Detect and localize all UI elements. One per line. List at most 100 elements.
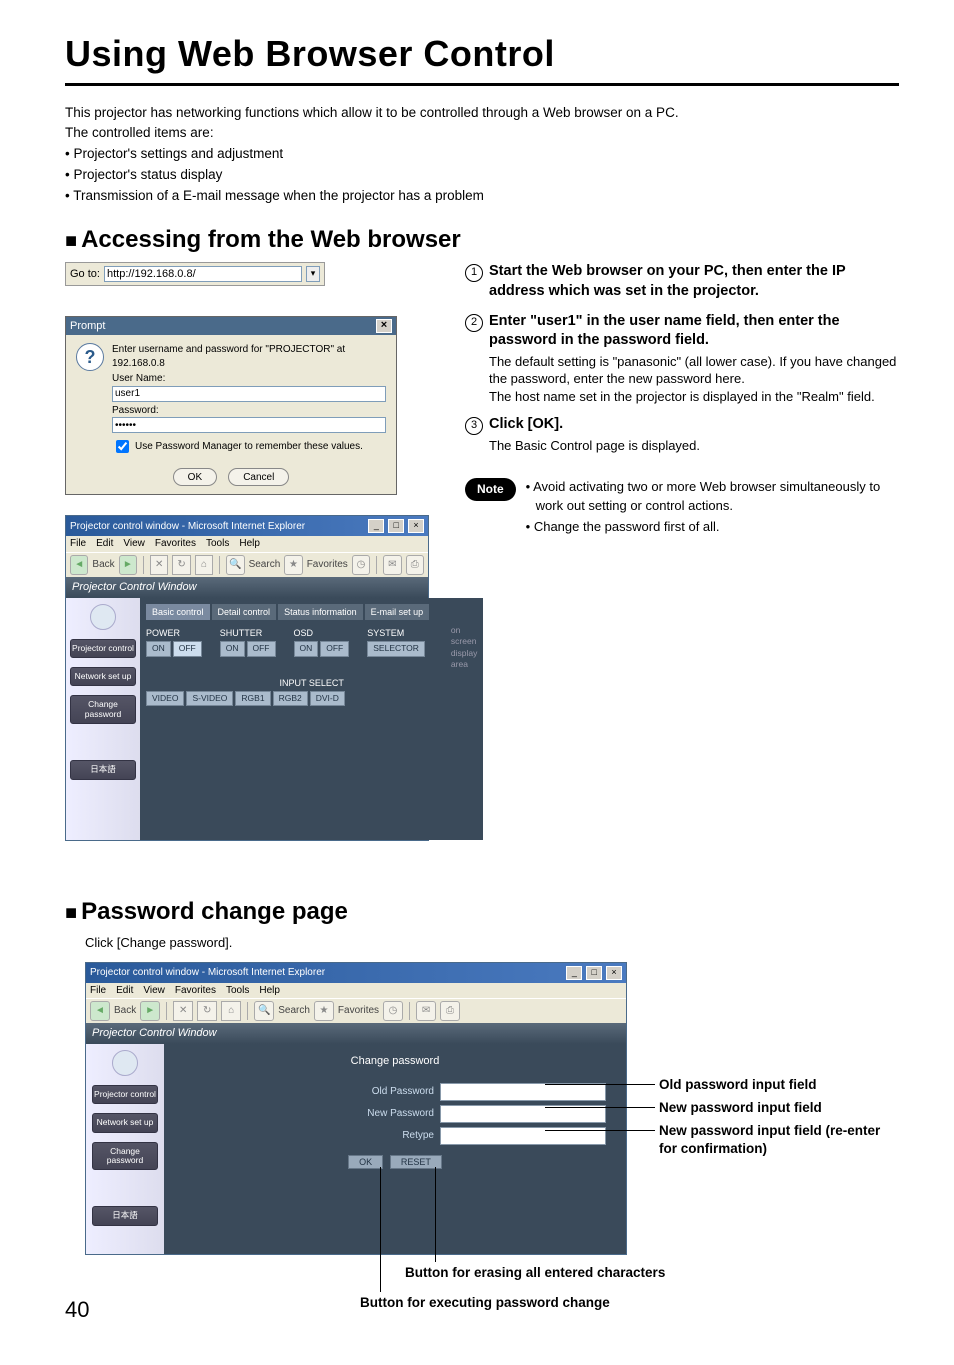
menu-help-2[interactable]: Help: [259, 984, 280, 998]
tab-status-info[interactable]: Status information: [278, 604, 363, 620]
username-label: User Name:: [112, 372, 386, 386]
refresh-icon-2[interactable]: ↻: [197, 1001, 217, 1021]
intro-bullet-1: • Projector's status display: [65, 166, 899, 185]
annot-ok: Button for executing password change: [360, 1294, 610, 1312]
step-2-title: Enter "user1" in the user name field, th…: [489, 312, 899, 351]
sidebar-projector-control-2[interactable]: Projector control: [92, 1085, 158, 1104]
history-icon[interactable]: ◷: [352, 555, 370, 575]
shutter-label: SHUTTER: [220, 627, 263, 639]
home-icon-2[interactable]: ⌂: [221, 1001, 241, 1021]
tab-basic-control[interactable]: Basic control: [146, 604, 210, 620]
menu-help[interactable]: Help: [239, 537, 260, 551]
pcc-header-2: Projector Control Window: [86, 1023, 626, 1044]
menu-edit-2[interactable]: Edit: [116, 984, 133, 998]
remember-label: Use Password Manager to remember these v…: [135, 440, 363, 454]
step-3-number: 3: [465, 417, 483, 435]
print-icon-2[interactable]: ⎙: [440, 1001, 460, 1021]
input-rgb2-button[interactable]: RGB2: [273, 691, 308, 706]
close-window-icon[interactable]: ×: [408, 519, 424, 533]
remember-checkbox[interactable]: [116, 440, 129, 453]
tab-detail-control[interactable]: Detail control: [212, 604, 277, 620]
tab-email-setup[interactable]: E-mail set up: [365, 604, 430, 620]
input-video-button[interactable]: VIDEO: [146, 691, 184, 706]
ok-button[interactable]: OK: [173, 468, 217, 486]
username-input[interactable]: [112, 386, 386, 402]
step-2-number: 2: [465, 314, 483, 332]
sidebar-japanese[interactable]: 日本語: [70, 760, 136, 779]
favorites-icon[interactable]: ★: [284, 555, 302, 575]
favorites-icon-2[interactable]: ★: [314, 1001, 334, 1021]
question-icon: ?: [76, 343, 104, 371]
home-icon[interactable]: ⌂: [195, 555, 213, 575]
intro-block: This projector has networking functions …: [65, 104, 899, 206]
close-window-icon-2[interactable]: ×: [606, 966, 622, 980]
menu-file[interactable]: File: [70, 537, 86, 551]
shutter-off-button[interactable]: OFF: [247, 641, 276, 656]
cancel-button[interactable]: Cancel: [228, 468, 289, 486]
forward-icon-2[interactable]: ►: [140, 1001, 160, 1021]
mail-icon[interactable]: ✉: [383, 555, 401, 575]
search-icon-2[interactable]: 🔍: [254, 1001, 274, 1021]
menu-favorites[interactable]: Favorites: [155, 537, 196, 551]
power-on-button[interactable]: ON: [146, 641, 171, 656]
forward-icon[interactable]: ►: [119, 555, 137, 575]
retype-label: Retype: [314, 1129, 434, 1143]
maximize-icon[interactable]: □: [388, 519, 404, 533]
goto-address-bar: Go to: ▾: [65, 262, 325, 286]
menu-tools-2[interactable]: Tools: [226, 984, 249, 998]
new-password-label: New Password: [314, 1107, 434, 1121]
ie-title-2: Projector control window - Microsoft Int…: [90, 966, 325, 980]
menu-favorites-2[interactable]: Favorites: [175, 984, 216, 998]
menu-file-2[interactable]: File: [90, 984, 106, 998]
old-password-input[interactable]: [440, 1083, 606, 1101]
pcc-header: Projector Control Window: [66, 577, 428, 598]
close-icon[interactable]: ×: [376, 319, 392, 333]
stop-icon-2[interactable]: ✕: [173, 1001, 193, 1021]
sidebar-network-setup-2[interactable]: Network set up: [92, 1113, 158, 1132]
refresh-icon[interactable]: ↻: [172, 555, 190, 575]
input-select-label: INPUT SELECT: [146, 677, 477, 689]
projector-control-window: Projector control window - Microsoft Int…: [65, 515, 429, 840]
favorites-label-2: Favorites: [338, 1004, 379, 1018]
mail-icon-2[interactable]: ✉: [416, 1001, 436, 1021]
sidebar-projector-control[interactable]: Projector control: [70, 639, 136, 658]
minimize-icon-2[interactable]: _: [566, 966, 582, 980]
back-icon-2[interactable]: ◄: [90, 1001, 110, 1021]
menu-view-2[interactable]: View: [143, 984, 165, 998]
pcc-sidebar: Projector control Network set up Change …: [66, 598, 140, 840]
menu-tools[interactable]: Tools: [206, 537, 229, 551]
minimize-icon[interactable]: _: [368, 519, 384, 533]
stop-icon[interactable]: ✕: [150, 555, 168, 575]
goto-dropdown-icon[interactable]: ▾: [306, 266, 320, 282]
note-pill: Note: [465, 478, 516, 500]
back-icon[interactable]: ◄: [70, 555, 88, 575]
osd-off-button[interactable]: OFF: [320, 641, 349, 656]
sidebar-change-password[interactable]: Change password: [70, 695, 136, 724]
intro-bullet-0: • Projector's settings and adjustment: [65, 145, 899, 164]
menu-edit[interactable]: Edit: [96, 537, 113, 551]
sidebar-network-setup[interactable]: Network set up: [70, 667, 136, 686]
annot-retype: New password input field (re-enter for c…: [659, 1122, 899, 1158]
sidebar-japanese-2[interactable]: 日本語: [92, 1206, 158, 1225]
shutter-on-button[interactable]: ON: [220, 641, 245, 656]
osd-on-button[interactable]: ON: [294, 641, 319, 656]
history-icon-2[interactable]: ◷: [383, 1001, 403, 1021]
power-off-button[interactable]: OFF: [173, 641, 202, 656]
note-item-1: • Change the password first of all.: [526, 518, 899, 536]
goto-input[interactable]: [104, 266, 302, 282]
input-dvid-button[interactable]: DVI-D: [310, 691, 345, 706]
sidebar-change-password-2[interactable]: Change password: [92, 1142, 158, 1171]
search-icon[interactable]: 🔍: [226, 555, 244, 575]
input-svideo-button[interactable]: S-VIDEO: [186, 691, 233, 706]
prompt-message: Enter username and password for "PROJECT…: [112, 343, 386, 370]
cp-ok-button[interactable]: OK: [348, 1155, 383, 1169]
input-rgb1-button[interactable]: RGB1: [235, 691, 270, 706]
print-icon[interactable]: ⎙: [406, 555, 424, 575]
password-input[interactable]: [112, 417, 386, 433]
system-selector-button[interactable]: SELECTOR: [367, 641, 425, 656]
step-1-number: 1: [465, 264, 483, 282]
intro-bullet-2: • Transmission of a E-mail message when …: [65, 187, 899, 206]
pcc-main: Basic control Detail control Status info…: [140, 598, 483, 840]
maximize-icon-2[interactable]: □: [586, 966, 602, 980]
menu-view[interactable]: View: [123, 537, 145, 551]
